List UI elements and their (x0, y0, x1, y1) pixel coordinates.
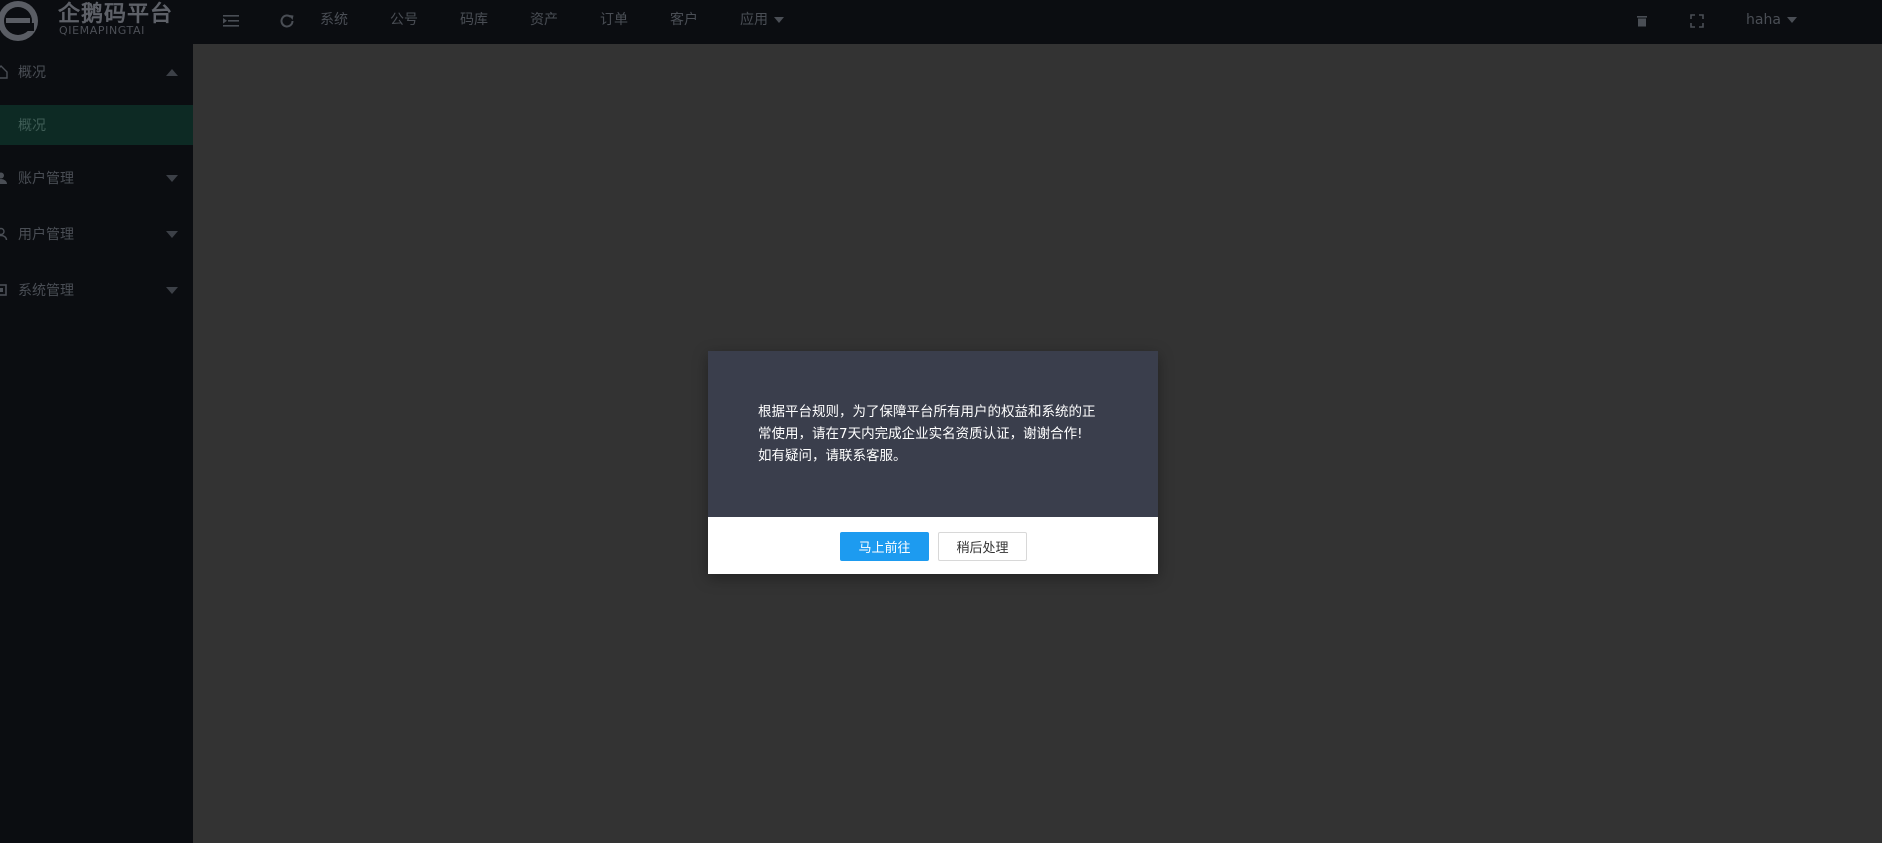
later-button[interactable]: 稍后处理 (938, 532, 1027, 561)
nav-item-system[interactable]: 系统 (320, 0, 348, 40)
settings-icon (0, 283, 8, 297)
modal-message-line: 根据平台规则，为了保障平台所有用户的权益和系统的正 (758, 404, 1096, 420)
sidebar-item-account-management[interactable]: 账户管理 (0, 150, 193, 206)
logo-mark-icon (0, 1, 38, 41)
modal-body: 根据平台规则，为了保障平台所有用户的权益和系统的正 常使用，请在7天内完成企业实… (708, 351, 1158, 517)
go-now-button[interactable]: 马上前往 (840, 532, 929, 561)
chevron-up-icon (166, 68, 178, 76)
top-header: 企鹅码平台 QIEMAPINGTAI 系统 公号 码库 资产 订单 客户 应用 … (0, 0, 1882, 44)
nav-item-assets[interactable]: 资产 (530, 0, 558, 40)
logo[interactable]: 企鹅码平台 QIEMAPINGTAI (0, 0, 193, 44)
menu-toggle-icon[interactable] (220, 10, 242, 32)
modal-message: 根据平台规则，为了保障平台所有用户的权益和系统的正 常使用，请在7天内完成企业实… (758, 401, 1118, 467)
chevron-down-icon (1786, 17, 1797, 23)
modal-message-line: 如有疑问，请联系客服。 (758, 448, 907, 464)
chevron-down-icon (166, 174, 178, 182)
nav-item-orders[interactable]: 订单 (600, 0, 628, 40)
user-icon (0, 171, 8, 185)
users-icon (0, 227, 8, 241)
sidebar-item-user-management[interactable]: 用户管理 (0, 206, 193, 262)
trash-icon[interactable] (1631, 10, 1653, 32)
top-nav: 系统 公号 码库 资产 订单 客户 应用 (320, 0, 826, 40)
user-menu[interactable]: haha (1746, 0, 1797, 40)
nav-item-customers[interactable]: 客户 (670, 0, 698, 40)
fullscreen-icon[interactable] (1686, 10, 1708, 32)
modal-message-line: 常使用，请在7天内完成企业实名资质认证，谢谢合作! (758, 426, 1083, 442)
app-window: 企鹅码平台 QIEMAPINGTAI 系统 公号 码库 资产 订单 客户 应用 … (0, 0, 1882, 843)
username: haha (1746, 12, 1781, 28)
logo-subtitle: QIEMAPINGTAI (59, 24, 145, 37)
chevron-down-icon (166, 286, 178, 294)
home-icon (0, 65, 8, 79)
refresh-icon[interactable] (276, 10, 298, 32)
sidebar: 概况 概况 账户管理 用户管理 系统管理 (0, 44, 193, 843)
chevron-down-icon (166, 230, 178, 238)
nav-item-code-library[interactable]: 码库 (460, 0, 488, 40)
sidebar-subitem-overview[interactable]: 概况 (0, 105, 193, 145)
sidebar-item-overview[interactable]: 概况 (0, 44, 193, 100)
nav-item-official-account[interactable]: 公号 (390, 0, 418, 40)
sidebar-item-system-management[interactable]: 系统管理 (0, 262, 193, 318)
modal-footer: 马上前往 稍后处理 (708, 517, 1158, 574)
chevron-down-icon (774, 17, 784, 23)
nav-item-apps[interactable]: 应用 (740, 0, 784, 40)
certification-modal: 根据平台规则，为了保障平台所有用户的权益和系统的正 常使用，请在7天内完成企业实… (708, 351, 1158, 574)
